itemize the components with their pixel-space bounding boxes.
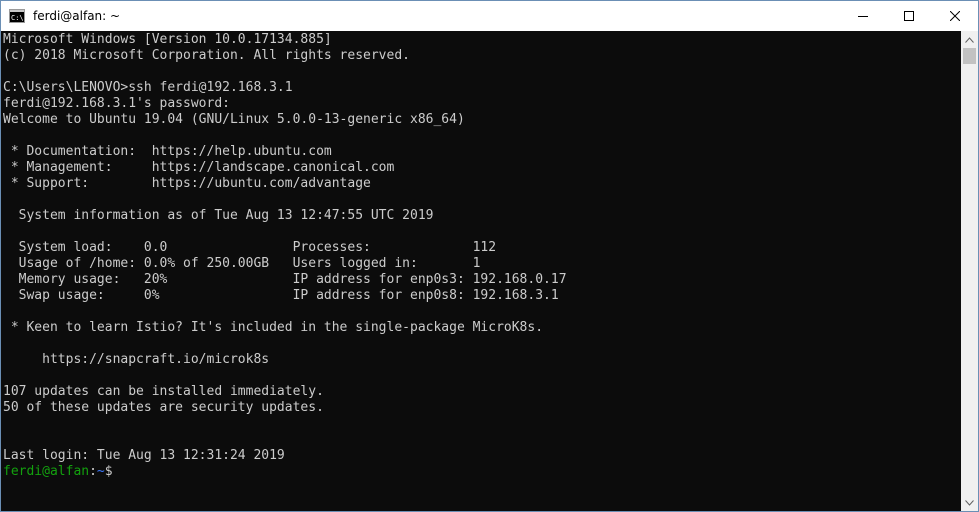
arrow-down-icon [965, 499, 974, 506]
close-button[interactable] [932, 1, 978, 31]
prompt-user-host: ferdi@alfan [3, 464, 90, 479]
console-line: https://snapcraft.io/microk8s [3, 352, 270, 367]
minimize-icon [858, 16, 868, 17]
svg-text:C:\: C:\ [11, 14, 24, 22]
prompt-symbol: $ [104, 464, 113, 479]
console-line: * Keen to learn Istio? It's included in … [3, 320, 544, 335]
console-line: * Documentation: https://help.ubuntu.com [3, 144, 332, 159]
console-line: ferdi@192.168.3.1's password: [3, 96, 230, 111]
scroll-up-button[interactable] [961, 31, 978, 48]
minimize-button[interactable] [840, 1, 886, 31]
console-line: Usage of /home: 0.0% of 250.00GB Users l… [3, 256, 481, 271]
vertical-scrollbar[interactable] [961, 31, 978, 511]
console-line: 50 of these updates are security updates… [3, 400, 324, 415]
maximize-icon [904, 11, 914, 21]
console-line: Last login: Tue Aug 13 12:31:24 2019 [3, 448, 285, 463]
window-title: ferdi@alfan: ~ [33, 9, 121, 23]
console-line: Welcome to Ubuntu 19.04 (GNU/Linux 5.0.0… [3, 112, 465, 127]
prompt-separator: : [89, 464, 97, 479]
title-bar[interactable]: C:\ ferdi@alfan: ~ [1, 1, 978, 31]
scroll-thumb[interactable] [963, 48, 976, 64]
console-line: System load: 0.0 Processes: 112 [3, 240, 497, 255]
console-line: (c) 2018 Microsoft Corporation. All righ… [3, 48, 410, 63]
console-line: Microsoft Windows [Version 10.0.17134.88… [3, 32, 332, 47]
maximize-button[interactable] [886, 1, 932, 31]
terminal-window: C:\ ferdi@alfan: ~ Microsoft Windows [Ve… [0, 0, 979, 512]
console-line: 107 updates can be installed immediately… [3, 384, 324, 399]
prompt-path: ~ [96, 464, 105, 479]
console-line: * Management: https://landscape.canonica… [3, 160, 395, 175]
scroll-down-button[interactable] [961, 494, 978, 511]
arrow-up-icon [965, 36, 974, 43]
console-line: System information as of Tue Aug 13 12:4… [3, 208, 434, 223]
console-line: C:\Users\LENOVO>ssh ferdi@192.168.3.1 [3, 80, 293, 95]
window-controls [840, 1, 978, 31]
console-line: * Support: https://ubuntu.com/advantage [3, 176, 371, 191]
console-line: Memory usage: 20% IP address for enp0s3:… [3, 272, 567, 287]
close-icon [950, 11, 960, 21]
shell-prompt[interactable]: ferdi@alfan:~$ [3, 464, 113, 480]
console-line: Swap usage: 0% IP address for enp0s8: 19… [3, 288, 559, 303]
console-output[interactable]: Microsoft Windows [Version 10.0.17134.88… [1, 31, 962, 511]
cmd-icon[interactable]: C:\ [9, 8, 25, 24]
